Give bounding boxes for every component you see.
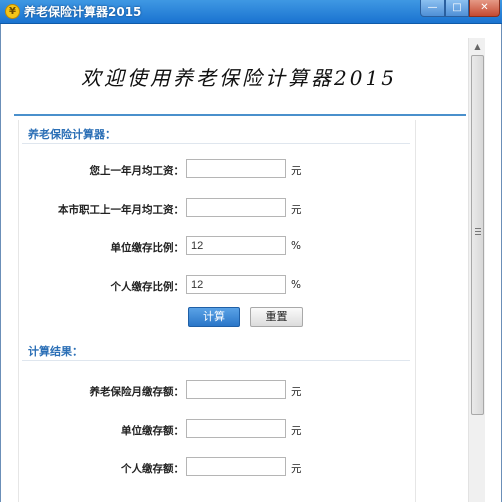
personal-ratio-input[interactable] (186, 275, 286, 294)
personal-amount-label: 个人缴存额： (121, 463, 184, 475)
last-year-salary-input[interactable] (186, 159, 286, 178)
welcome-banner: 欢迎使用养老保险计算器2015 (81, 66, 397, 90)
last-year-salary-label: 您上一年月均工资： (89, 165, 185, 177)
vertical-scrollbar[interactable]: ▲ (468, 38, 485, 502)
section-divider (22, 143, 410, 144)
app-icon: ¥ (5, 4, 20, 19)
monthly-total-label: 养老保险月缴存额： (89, 386, 185, 398)
unit-label: 元 (291, 204, 302, 216)
window-title: 养老保险计算器2015 (24, 5, 142, 19)
personal-amount-output[interactable] (186, 457, 286, 476)
calculator-section-title: 养老保险计算器： (28, 128, 116, 141)
title-bar: ¥ 养老保险计算器2015 — □ ✕ (0, 0, 502, 24)
reset-button[interactable]: 重置 (250, 307, 303, 327)
unit-label: 元 (291, 425, 302, 437)
unit-label: % (291, 240, 301, 252)
unit-label: 元 (291, 463, 302, 475)
monthly-total-output[interactable] (186, 380, 286, 399)
personal-ratio-label: 个人缴存比例： (110, 281, 185, 293)
close-button[interactable]: ✕ (469, 0, 500, 17)
banner-divider (14, 114, 466, 116)
maximize-button[interactable]: □ (445, 0, 469, 17)
employer-amount-label: 单位缴存额： (121, 425, 184, 437)
city-average-salary-input[interactable] (186, 198, 286, 217)
unit-label: 元 (291, 386, 302, 398)
calculate-button[interactable]: 计算 (188, 307, 240, 327)
employer-ratio-label: 单位缴存比例： (110, 242, 185, 254)
section-divider (22, 360, 410, 361)
scroll-up-icon[interactable]: ▲ (469, 38, 486, 55)
employer-ratio-input[interactable] (186, 236, 286, 255)
grip-icon (475, 228, 481, 235)
city-average-salary-label: 本市职工上一年月均工资： (58, 204, 184, 216)
employer-amount-output[interactable] (186, 419, 286, 438)
unit-label: 元 (291, 165, 302, 177)
minimize-button[interactable]: — (420, 0, 445, 17)
scroll-thumb[interactable] (471, 55, 484, 415)
unit-label: % (291, 279, 301, 291)
results-section-title: 计算结果： (28, 345, 83, 358)
